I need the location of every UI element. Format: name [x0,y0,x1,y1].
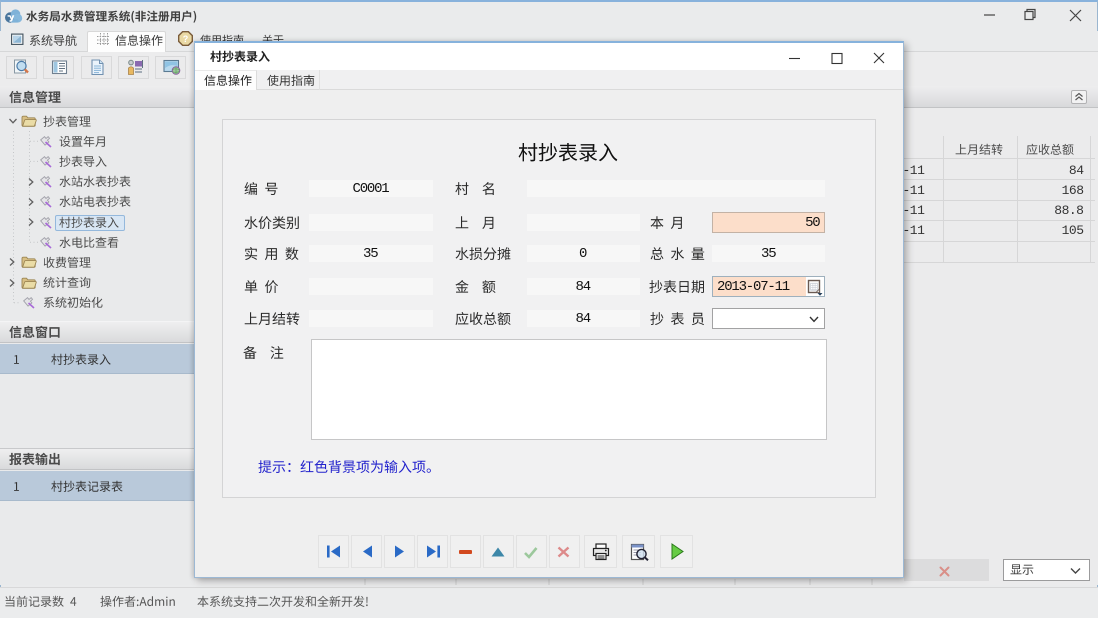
svg-text:?: ? [183,34,189,44]
